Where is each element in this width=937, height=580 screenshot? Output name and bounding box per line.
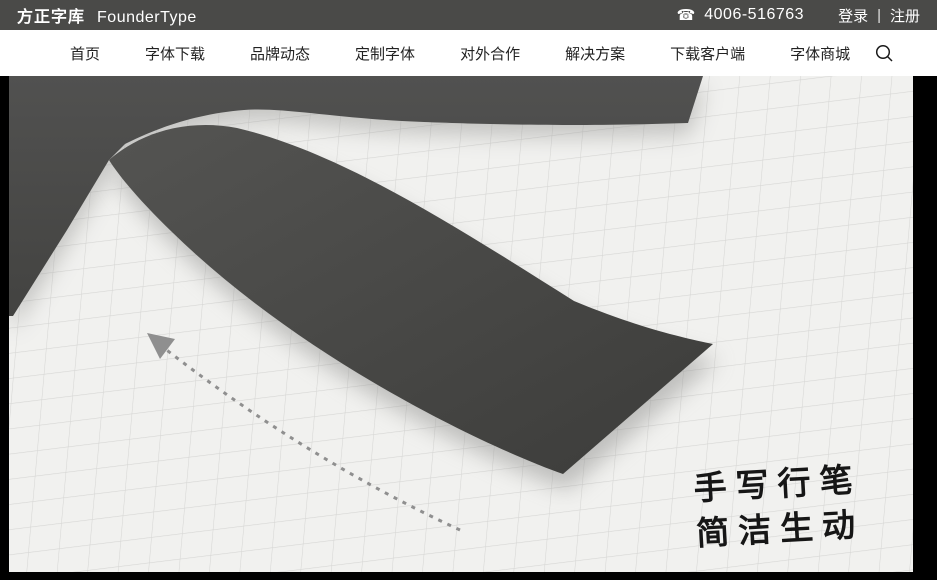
nav-item-font-download[interactable]: 字体下载 xyxy=(145,43,205,64)
nav-item-brand-news[interactable]: 品牌动态 xyxy=(250,43,310,64)
brand-name-cn: 方正字库 xyxy=(17,3,85,27)
brand-name-en: FounderType xyxy=(97,9,197,27)
hero-headline: 手写行笔 简洁生动 xyxy=(692,457,865,556)
topbar: 方正字库 FounderType ☎ 4006-516763 登录 | 注册 xyxy=(0,0,937,30)
phone-icon: ☎ xyxy=(677,8,696,23)
nav-item-custom-fonts[interactable]: 定制字体 xyxy=(355,43,415,64)
nav-item-download-client[interactable]: 下载客户端 xyxy=(670,43,745,64)
nav-item-cooperation[interactable]: 对外合作 xyxy=(460,43,520,64)
topbar-right: ☎ 4006-516763 登录 | 注册 xyxy=(677,5,920,26)
search-icon[interactable] xyxy=(873,42,895,64)
main-nav: 首页 字体下载 品牌动态 定制字体 对外合作 解决方案 下载客户端 字体商城 xyxy=(0,30,937,76)
auth-links: 登录 | 注册 xyxy=(838,5,920,26)
service-phone-number: 4006-516763 xyxy=(704,6,804,24)
login-link[interactable]: 登录 xyxy=(838,5,868,26)
nav-item-solutions[interactable]: 解决方案 xyxy=(565,43,625,64)
brand-logo[interactable]: 方正字库 FounderType xyxy=(17,3,197,27)
hero-headline-line2: 简洁生动 xyxy=(695,502,865,556)
register-link[interactable]: 注册 xyxy=(890,5,920,26)
hero-banner[interactable]: 手写行笔 简洁生动 xyxy=(9,76,913,572)
auth-separator: | xyxy=(877,7,881,24)
nav-item-font-store[interactable]: 字体商城 xyxy=(790,43,850,64)
nav-item-home[interactable]: 首页 xyxy=(70,43,100,64)
nav-items: 首页 字体下载 品牌动态 定制字体 对外合作 解决方案 下载客户端 字体商城 xyxy=(70,43,850,64)
hero-section: 手写行笔 简洁生动 xyxy=(0,76,937,580)
